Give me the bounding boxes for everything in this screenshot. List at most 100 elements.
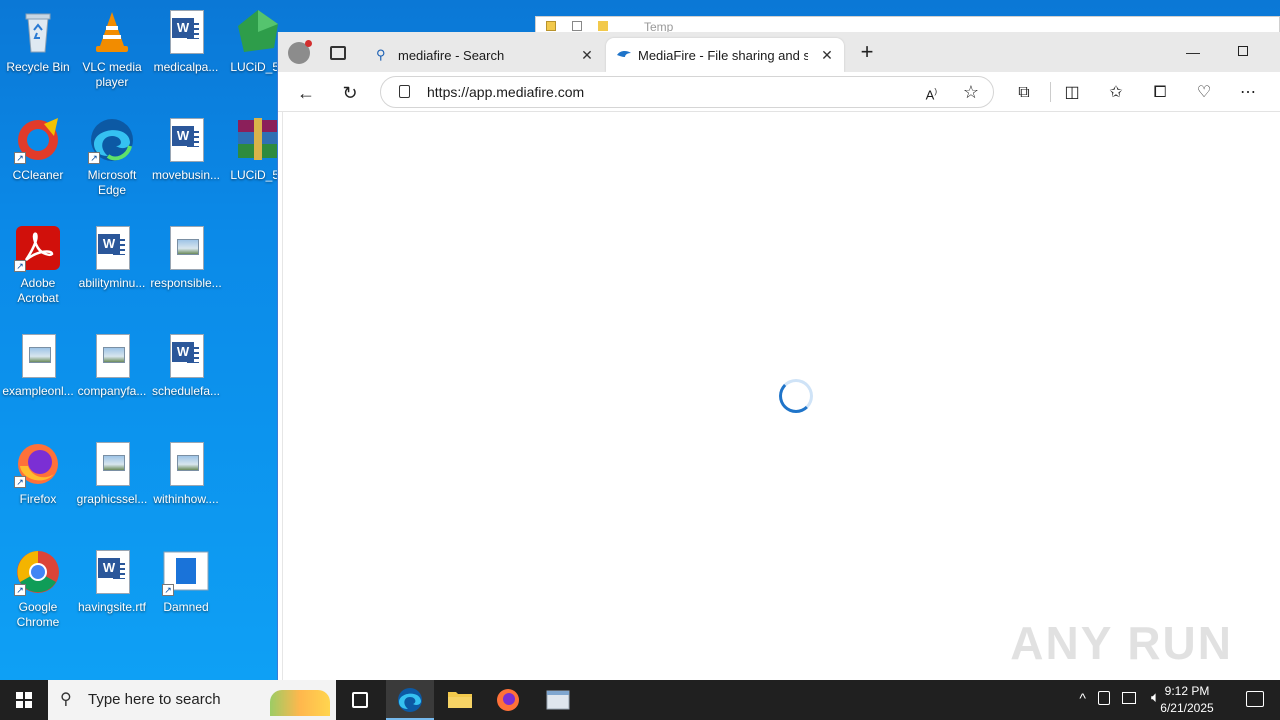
desktop-icon-damned[interactable]: ↗ Damned [148, 548, 224, 615]
desktop-icon-firefox[interactable]: ↗ Firefox [0, 440, 76, 507]
network-icon[interactable] [1122, 692, 1136, 704]
shortcut-arrow-icon: ↗ [88, 152, 100, 164]
icon-label: withinhow.... [153, 492, 219, 506]
lock-icon [399, 85, 410, 98]
split-screen-icon[interactable]: ◫ [1058, 80, 1086, 106]
show-hidden-icons-chevron-icon[interactable]: ^ [1079, 690, 1086, 706]
adobe-acrobat-icon: ↗ [14, 224, 62, 272]
favorite-star-icon[interactable]: ☆ [963, 77, 979, 107]
loading-spinner-icon [779, 379, 813, 413]
tab-mediafire-search[interactable]: ⚲ mediafire - Search ✕ [366, 38, 604, 72]
favorites-icon[interactable]: ✩ [1102, 80, 1130, 106]
desktop-icon-recycle-bin[interactable]: Recycle Bin [0, 8, 76, 75]
search-placeholder: Type here to search [88, 691, 221, 708]
icon-label: medicalpa... [153, 60, 219, 74]
edge-icon [398, 688, 422, 712]
desktop-icon-exampleonl[interactable]: exampleonl... [0, 332, 76, 399]
word-document-icon: W [88, 224, 136, 272]
desktop-icon-google-chrome[interactable]: ↗ Google Chrome [0, 548, 76, 630]
word-document-icon: W [88, 548, 136, 596]
search-icon: ⚲ [376, 47, 386, 62]
icon-label: Damned [163, 600, 209, 614]
desktop-icon-medicalpa[interactable]: W medicalpa... [148, 8, 224, 75]
icon-label: Google Chrome [16, 600, 60, 629]
shortcut-arrow-icon: ↗ [14, 260, 26, 272]
notification-center-icon[interactable] [1246, 691, 1264, 707]
edge-icon: ↗ [88, 116, 136, 164]
folder-icon [448, 692, 472, 708]
address-bar[interactable]: https://app.mediafire.com A) ☆ [380, 76, 994, 108]
new-tab-icon[interactable]: + [856, 41, 878, 64]
taskbar-app[interactable] [534, 680, 582, 720]
folder-icon [546, 21, 556, 31]
tab-strip: ⚲ mediafire - Search ✕ MediaFire - File … [278, 32, 1280, 72]
clock-time: 9:12 PM [1164, 684, 1210, 698]
read-aloud-icon[interactable]: A) [926, 77, 937, 110]
minimize-icon[interactable]: — [1186, 44, 1206, 60]
firefox-icon: ↗ [14, 440, 62, 488]
start-button[interactable] [0, 680, 48, 720]
word-document-icon: W [162, 116, 210, 164]
desktop-icon-withinhow[interactable]: withinhow.... [148, 440, 224, 507]
shortcut-arrow-icon: ↗ [14, 584, 26, 596]
extensions-icon[interactable]: ⧉ [1010, 80, 1038, 106]
desktop-icon-havingsite[interactable]: W havingsite.rtf [74, 548, 150, 615]
edge-browser-window: ⚲ mediafire - Search ✕ MediaFire - File … [277, 32, 1280, 680]
tab-mediafire-active[interactable]: MediaFire - File sharing and stora ✕ [606, 38, 844, 72]
back-arrow-icon[interactable]: ← [292, 80, 320, 106]
application-window-icon [546, 690, 570, 710]
desktop-icon-schedulefa[interactable]: W schedulefa... [148, 332, 224, 399]
image-file-icon [162, 440, 210, 488]
taskbar-edge[interactable] [386, 680, 434, 720]
desktop-icon-vlc[interactable]: VLC media player [74, 8, 150, 90]
lucid-gem-icon [234, 8, 282, 56]
icon-label: movebusin... [151, 168, 221, 182]
icon-label: responsible... [150, 276, 222, 290]
mediafire-favicon-icon [616, 47, 632, 63]
icon-label: abilityminu... [78, 276, 146, 290]
recycle-bin-icon [14, 8, 62, 56]
more-options-icon[interactable]: ⋯ [1234, 80, 1262, 106]
taskbar-firefox[interactable] [484, 680, 532, 720]
icon-label: schedulefa... [151, 384, 221, 398]
image-file-icon [88, 332, 136, 380]
tab-label: mediafire - Search [398, 47, 505, 63]
icon-label: companyfa... [77, 384, 147, 398]
task-view-button[interactable] [336, 680, 384, 720]
desktop-icon-companyfa[interactable]: companyfa... [74, 332, 150, 399]
refresh-icon[interactable]: ↻ [336, 80, 364, 106]
profile-avatar-icon[interactable] [288, 40, 312, 64]
icon-label: Adobe Acrobat [17, 276, 59, 305]
new-folder-icon [598, 21, 608, 31]
close-tab-icon[interactable]: ✕ [818, 46, 836, 64]
winrar-archive-icon [234, 116, 282, 164]
search-highlight-illustration [270, 690, 330, 716]
collections-icon[interactable]: ⧠ [1146, 80, 1174, 106]
desktop-icon-movebusin[interactable]: W movebusin... [148, 116, 224, 183]
taskbar: ⚲ Type here to search ^ 🔈︎ 9:12 PM 6/21/… [0, 680, 1280, 720]
desktop-icon-responsible[interactable]: responsible... [148, 224, 224, 291]
security-center-icon[interactable] [1098, 691, 1110, 705]
windows-logo-icon [16, 692, 32, 708]
icon-label: graphicssel... [76, 492, 148, 506]
shortcut-arrow-icon: ↗ [14, 476, 26, 488]
clock[interactable]: 9:12 PM 6/21/2025 [1152, 683, 1222, 717]
shortcut-arrow-icon: ↗ [162, 584, 174, 596]
close-tab-icon[interactable]: ✕ [578, 46, 596, 64]
taskbar-file-explorer[interactable] [436, 680, 484, 720]
properties-icon [572, 21, 582, 31]
desktop-icon-microsoft-edge[interactable]: ↗ Microsoft Edge [74, 116, 150, 198]
desktop-icon-graphicssel[interactable]: graphicssel... [74, 440, 150, 507]
maximize-icon[interactable] [1238, 46, 1248, 56]
desktop-icon-ccleaner[interactable]: ↗ CCleaner [0, 116, 76, 183]
ccleaner-icon: ↗ [14, 116, 62, 164]
desktop-icon-abilityminu[interactable]: W abilityminu... [74, 224, 150, 291]
desktop-icon-adobe-acrobat[interactable]: ↗ Adobe Acrobat [0, 224, 76, 306]
icon-label: Microsoft Edge [87, 168, 137, 197]
application-icon: ↗ [162, 548, 210, 596]
tab-actions-icon[interactable] [330, 46, 346, 60]
tab-label: MediaFire - File sharing and stora [638, 47, 808, 63]
icon-label: Recycle Bin [6, 60, 70, 74]
taskbar-search-box[interactable]: ⚲ Type here to search [48, 680, 336, 720]
browser-essentials-icon[interactable]: ♡ [1190, 80, 1218, 106]
